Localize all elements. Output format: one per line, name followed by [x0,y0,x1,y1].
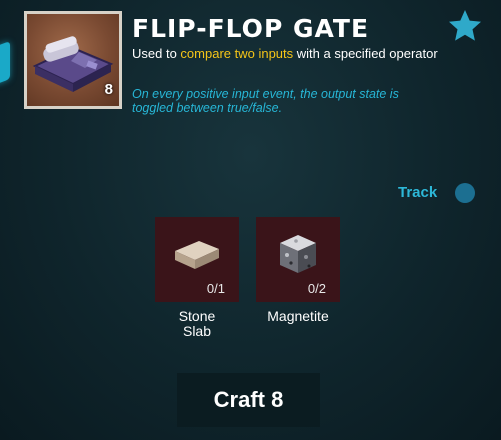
subtitle-prefix: Used to [132,46,181,61]
subtitle-highlight: compare two inputs [180,46,294,61]
track-toggle[interactable] [455,183,475,203]
ingredient-name-magnetite: Magnetite [248,309,348,324]
favorite-button[interactable] [447,8,483,44]
ingredient-slot-stone-slab[interactable]: 0/1 [155,217,239,302]
item-icon-frame: 8 [24,11,122,109]
ingredient-name-line: Slab [182,323,212,339]
ingredient-count: 0/2 [307,281,326,296]
flip-flop-gate-icon: 8 [27,14,119,106]
description-line: toggled between true/false. [132,101,283,115]
item-quantity: 8 [104,81,113,98]
ingredient-slot-magnetite[interactable]: 0/2 [256,217,340,302]
magnetite-icon [280,235,316,273]
star-icon[interactable] [447,8,483,44]
track-label[interactable]: Track [398,184,437,201]
craft-button[interactable]: Craft 8 [177,373,320,427]
description-line: On every positive input event, the outpu… [132,87,399,101]
ingredient-name-line: Magnetite [267,308,329,324]
stone-slab-icon [175,241,219,269]
ingredient-name-line: Stone [178,308,216,324]
item-description: On every positive input event, the outpu… [132,87,472,115]
item-subtitle: Used to compare two inputs with a specif… [132,46,438,61]
subtitle-suffix: with a specified operator [293,46,438,61]
item-title: FLIP-FLOP GATE [132,14,370,43]
side-tab-indicator[interactable] [0,41,10,85]
ingredient-name-stone-slab: Stone Slab [147,309,247,339]
ingredient-count: 0/1 [206,281,225,296]
